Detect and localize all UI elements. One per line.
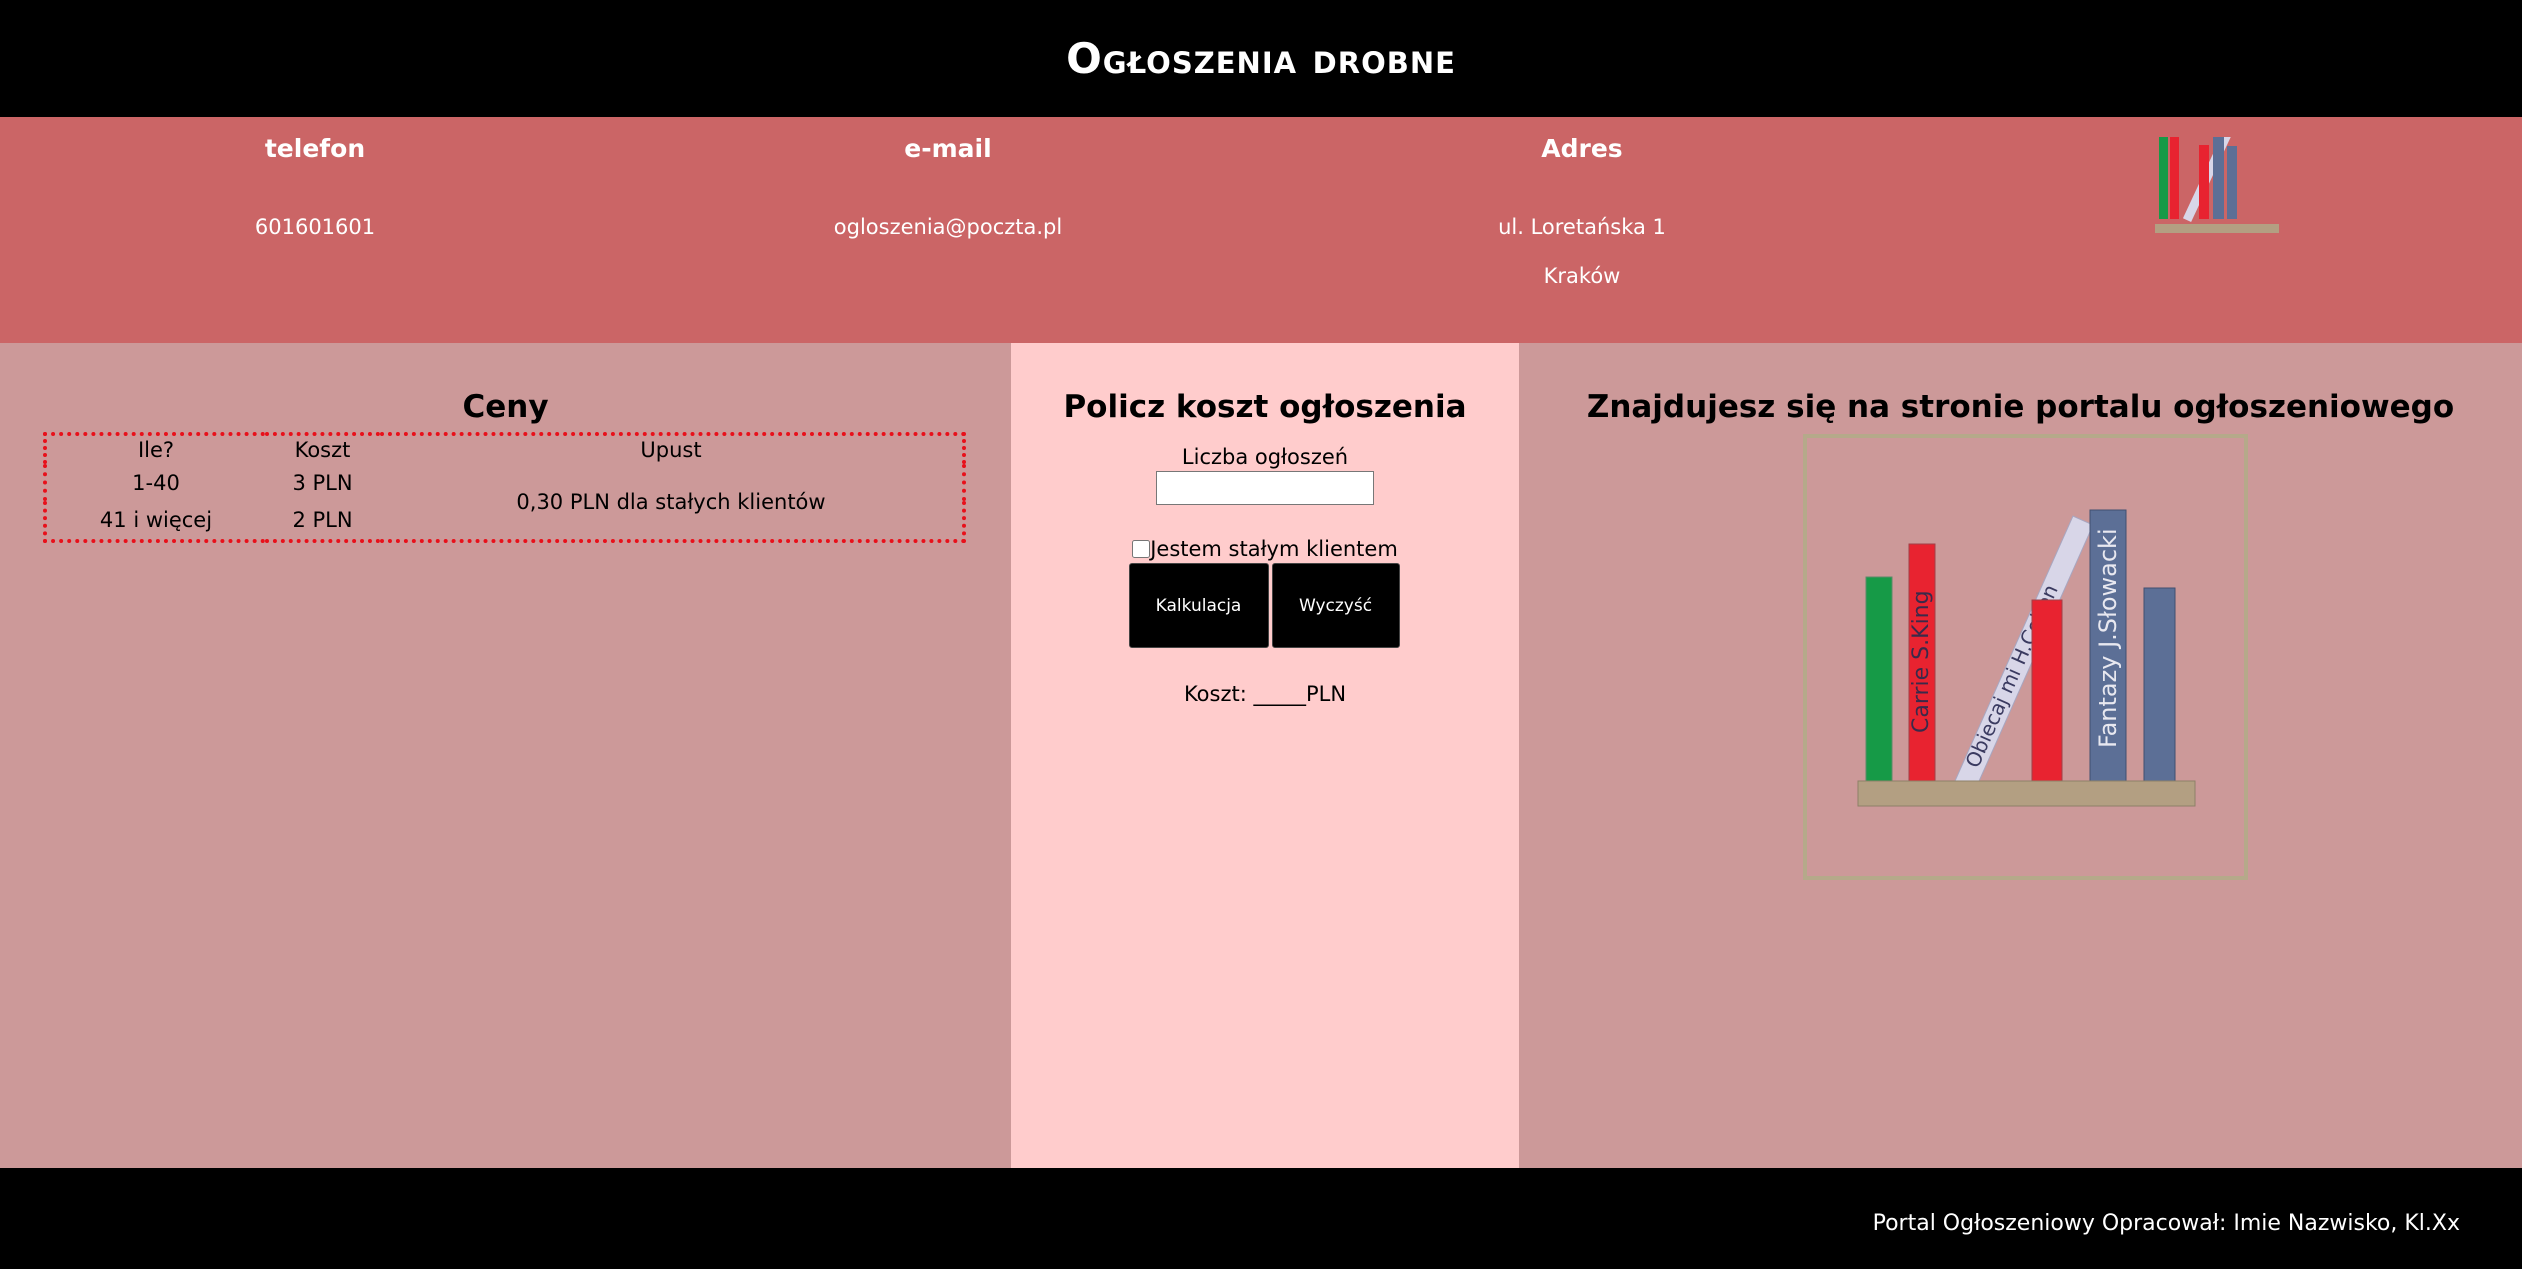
books-image-frame: Carrie S.King Obiecaj mi H.Coben Fantazy… xyxy=(1803,434,2248,880)
page-title: Ogłoszenia drobne xyxy=(1066,34,1456,83)
red-book xyxy=(2031,599,2063,782)
email-value: ogloszenia@poczta.pl xyxy=(833,215,1063,239)
table-row: 1-40 3 PLN 0,30 PLN dla stałych klientów xyxy=(45,464,964,514)
column-header: Ile? xyxy=(137,438,175,462)
page-footer: Portal Ogłoszeniowy Opracował: Imie Nazw… xyxy=(0,1168,2522,1269)
address-line1: ul. Loretańska 1 xyxy=(1498,215,1666,239)
info-section: Znajdujesz się na stronie portalu ogłosz… xyxy=(1519,343,2522,1168)
loyal-checkbox[interactable] xyxy=(1132,540,1151,558)
column-header: Upust xyxy=(640,438,702,462)
blue-book xyxy=(2143,587,2176,782)
book-title-king: Carrie S.King xyxy=(1909,590,1934,733)
table-header-row: Ile? Koszt Upust xyxy=(45,434,964,464)
address-column: Adres ul. Loretańska 1 Kraków xyxy=(1382,117,1782,288)
email-label: e-mail xyxy=(904,134,992,163)
address-line2: Kraków xyxy=(1543,264,1621,288)
cost-result: Koszt: _____PLN xyxy=(1183,682,1347,706)
address-label: Adres xyxy=(1541,134,1623,163)
footer-text: Portal Ogłoszeniowy Opracował: Imie Nazw… xyxy=(1872,1211,2460,1236)
email-column: e-mail ogloszenia@poczta.pl xyxy=(748,117,1148,239)
button-row: Kalkulacja Wyczyść xyxy=(1011,563,1519,648)
prices-title: Ceny xyxy=(462,389,549,425)
price-table: Ile? Koszt Upust 1-40 3 PLN 0,30 PLN dla… xyxy=(43,432,966,543)
prices-section: Ceny Ile? Koszt Upust 1-40 3 PLN 0,30 PL… xyxy=(0,343,1011,1168)
phone-label: telefon xyxy=(264,134,366,163)
count-label: Liczba ogłoszeń xyxy=(1181,445,1349,469)
phone-value: 601601601 xyxy=(254,215,376,239)
cost-cell: 2 PLN xyxy=(292,508,353,533)
clear-button[interactable]: Wyczyść xyxy=(1271,563,1400,648)
book-shelf xyxy=(1857,780,2196,807)
phone-column: telefon 601601601 xyxy=(115,117,515,239)
loyal-row: Jestem stałym klientem xyxy=(1011,537,1519,561)
green-book xyxy=(1865,576,1893,782)
calculate-button[interactable]: Kalkulacja xyxy=(1128,563,1269,648)
info-title: Znajdujesz się na stronie portalu ogłosz… xyxy=(1586,389,2455,425)
qty-cell: 1-40 xyxy=(132,470,180,495)
loyal-label: Jestem stałym klientem xyxy=(1150,537,1398,561)
books-image: Carrie S.King Obiecaj mi H.Coben Fantazy… xyxy=(1857,509,2196,807)
page-banner: Ogłoszenia drobne xyxy=(0,0,2522,117)
cost-cell: 3 PLN xyxy=(292,470,353,495)
books-logo-small xyxy=(2155,137,2279,233)
calculator-section: Policz koszt ogłoszenia Liczba ogłoszeń … xyxy=(1011,343,1519,1168)
column-header: Koszt xyxy=(294,438,351,462)
qty-cell: 41 i więcej xyxy=(99,508,213,533)
calculator-title: Policz koszt ogłoszenia xyxy=(1063,389,1467,425)
discount-cell: 0,30 PLN dla stałych klientów xyxy=(516,489,826,514)
book-title-slowacki: Fantazy J.Słowacki xyxy=(2094,528,2122,748)
count-input[interactable] xyxy=(1156,471,1374,505)
contact-section: telefon 601601601 e-mail ogloszenia@pocz… xyxy=(0,117,2522,343)
